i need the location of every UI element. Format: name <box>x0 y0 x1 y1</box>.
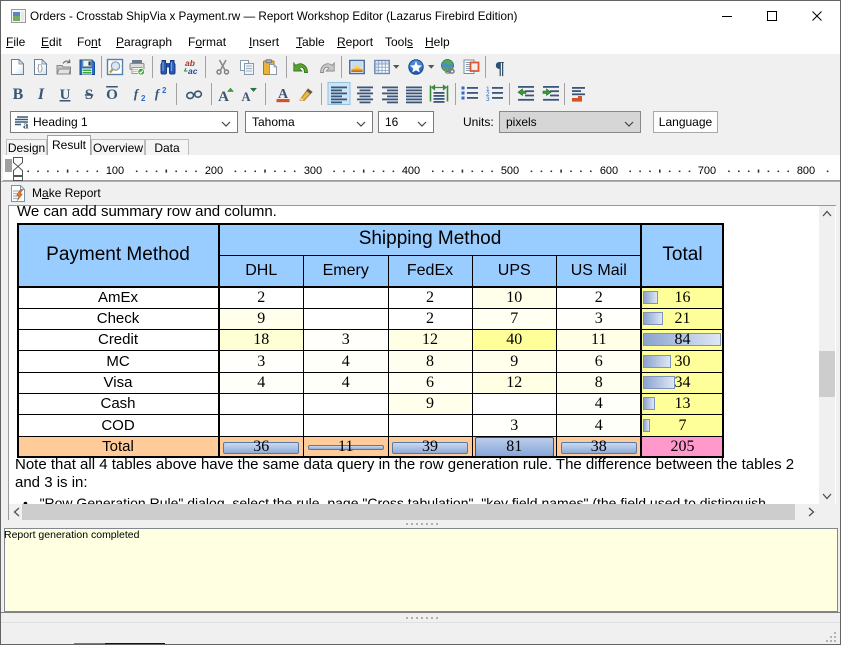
svg-text:2: 2 <box>141 94 146 103</box>
svg-text:{): {) <box>37 63 43 73</box>
svg-text:f: f <box>155 86 161 101</box>
svg-text:B: B <box>13 86 24 103</box>
svg-text:¶: ¶ <box>495 58 505 78</box>
svg-text:O: O <box>106 87 118 103</box>
svg-text:a: a <box>23 120 29 130</box>
svg-text:I: I <box>37 86 45 103</box>
svg-text:A: A <box>241 90 250 104</box>
svg-text:ac: ac <box>188 66 198 76</box>
svg-text:f: f <box>134 86 140 101</box>
svg-text:U: U <box>60 87 71 103</box>
svg-text:3: 3 <box>486 96 490 103</box>
svg-text:S: S <box>85 87 93 103</box>
svg-text:2: 2 <box>162 86 167 95</box>
